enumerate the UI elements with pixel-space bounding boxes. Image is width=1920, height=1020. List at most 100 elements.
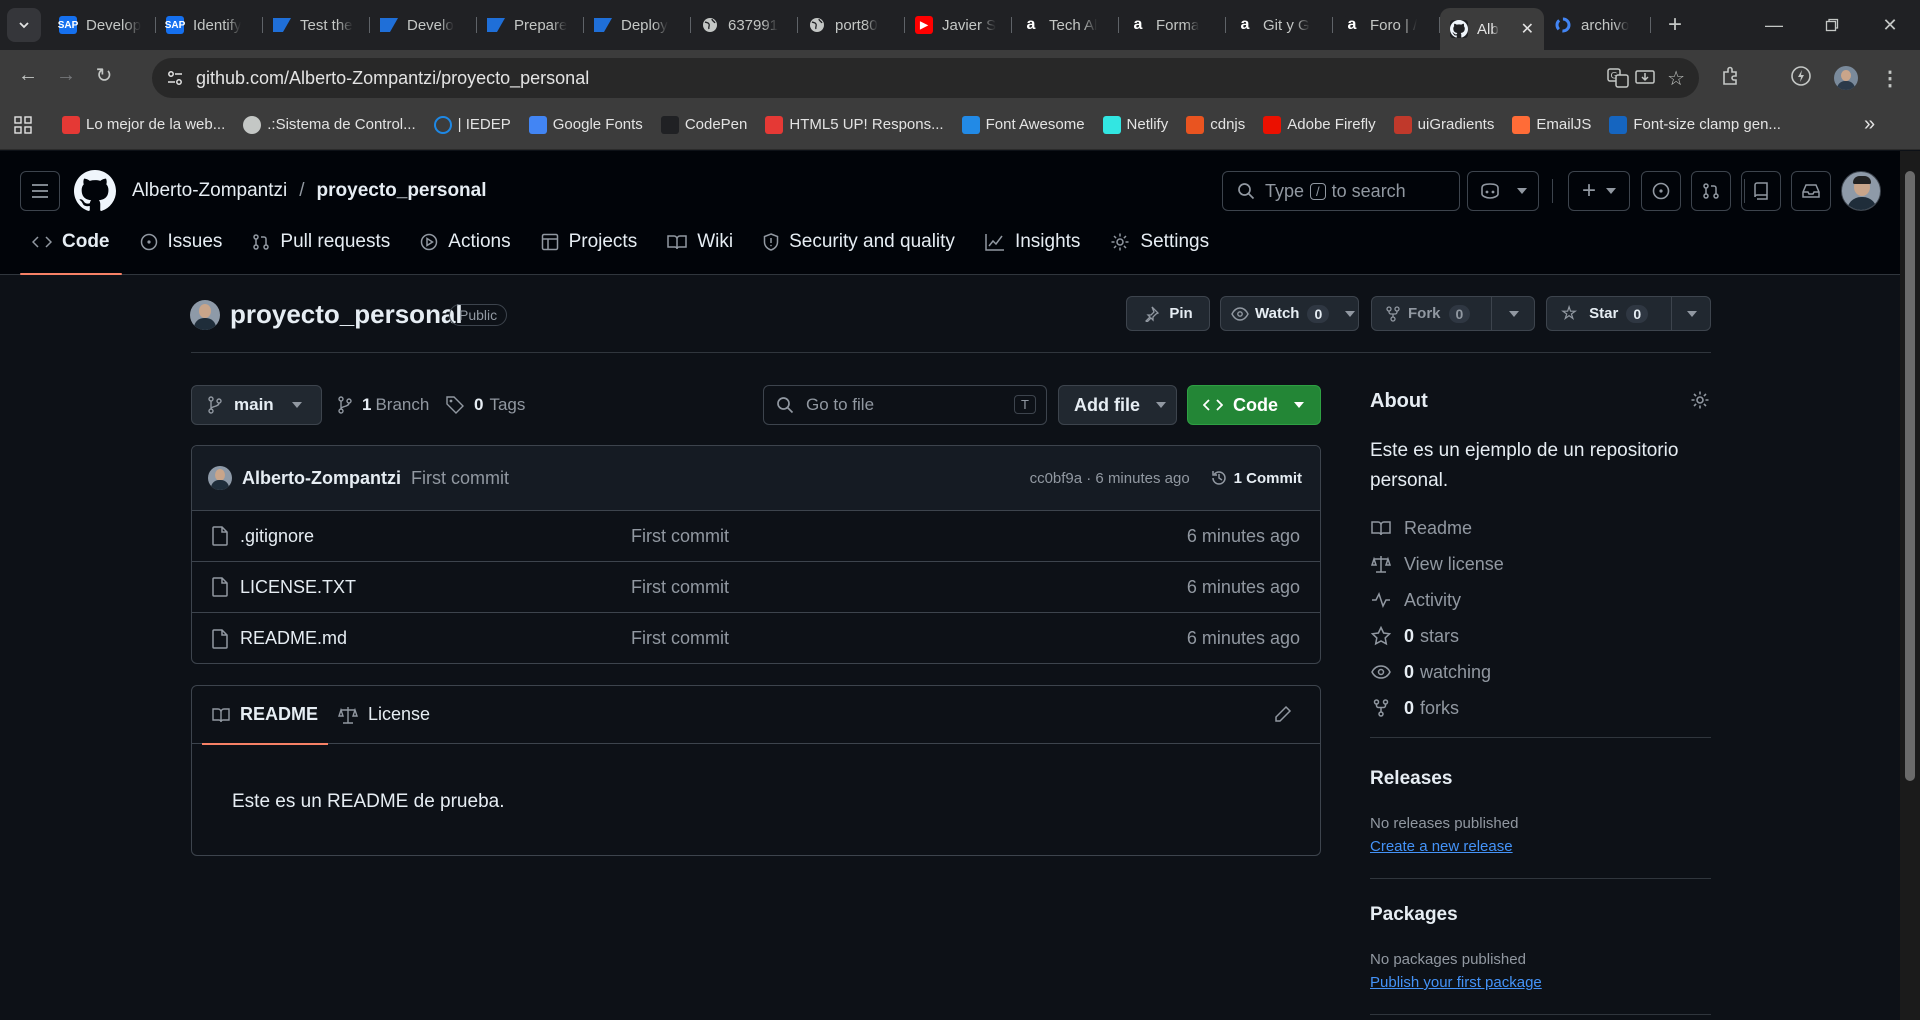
- table-row[interactable]: README.md First commit 6 minutes ago: [192, 613, 1320, 663]
- bookmark-item[interactable]: Google Fonts: [528, 115, 643, 134]
- tags-link[interactable]: 0 Tags: [446, 395, 525, 415]
- about-link-readme[interactable]: Readme: [1370, 510, 1710, 546]
- browser-tab[interactable]: port80: [798, 7, 905, 43]
- minimize-button[interactable]: —: [1745, 0, 1803, 50]
- create-release-link[interactable]: Create a new release: [1370, 838, 1513, 855]
- tab-search-button[interactable]: [7, 8, 41, 42]
- bookmark-star-icon[interactable]: ☆: [1667, 66, 1685, 91]
- browser-tab[interactable]: Alb ✕: [1440, 8, 1544, 50]
- browser-tab[interactable]: a Foro | /: [1333, 7, 1440, 43]
- file-name[interactable]: README.md: [240, 628, 347, 649]
- pin-button[interactable]: Pin: [1126, 296, 1210, 331]
- bookmark-item[interactable]: cdnjs: [1186, 115, 1245, 134]
- issues-button[interactable]: [1641, 171, 1681, 211]
- page-scrollbar[interactable]: [1900, 151, 1920, 1020]
- tab-readme[interactable]: README: [202, 687, 329, 745]
- tab-actions[interactable]: Actions: [408, 221, 522, 263]
- bookmark-item[interactable]: CodePen: [660, 115, 747, 134]
- browser-tab[interactable]: Prepare: [477, 7, 584, 43]
- reload-button[interactable]: ↻: [86, 57, 122, 93]
- edit-readme-icon[interactable]: [1274, 705, 1292, 723]
- table-row[interactable]: LICENSE.TXT First commit 6 minutes ago: [192, 562, 1320, 613]
- about-link-activity[interactable]: Activity: [1370, 582, 1710, 618]
- watch-button[interactable]: Watch 0: [1220, 296, 1359, 331]
- file-commit-message[interactable]: First commit: [631, 577, 1187, 598]
- copilot-button[interactable]: [1467, 171, 1539, 211]
- tab-settings[interactable]: Settings: [1098, 221, 1221, 263]
- repositories-button[interactable]: [1741, 171, 1781, 211]
- site-info-icon[interactable]: [166, 69, 184, 87]
- apps-grid-icon[interactable]: [14, 115, 32, 134]
- commit-history-link[interactable]: 1 Commit: [1210, 469, 1302, 487]
- file-commit-message[interactable]: First commit: [631, 526, 1187, 547]
- gear-icon[interactable]: [1690, 390, 1710, 410]
- close-window-button[interactable]: ✕: [1861, 0, 1919, 50]
- address-bar[interactable]: github.com/Alberto-Zompantzi/proyecto_pe…: [152, 58, 1699, 98]
- about-link-view-license[interactable]: View license: [1370, 546, 1710, 582]
- bookmark-item[interactable]: | IEDEP: [433, 115, 511, 134]
- about-link-forks[interactable]: 0 forks: [1370, 690, 1710, 726]
- performance-button[interactable]: [1790, 65, 1812, 92]
- browser-tab[interactable]: SAP Develop: [49, 7, 156, 43]
- tab-code[interactable]: Code: [20, 221, 122, 275]
- scrollbar-thumb[interactable]: [1905, 171, 1915, 781]
- releases-title[interactable]: Releases: [1370, 768, 1452, 790]
- about-link-stars[interactable]: 0 stars: [1370, 618, 1710, 654]
- tab-wiki[interactable]: Wiki: [655, 221, 745, 263]
- bookmark-item[interactable]: Font-size clamp gen...: [1609, 115, 1781, 134]
- browser-tab[interactable]: a Forma: [1119, 7, 1226, 43]
- tab-insights[interactable]: Insights: [973, 221, 1092, 263]
- repo-link[interactable]: proyecto_personal: [317, 180, 487, 202]
- tab-license[interactable]: License: [328, 686, 440, 744]
- restore-button[interactable]: [1803, 0, 1861, 50]
- star-button[interactable]: ☆ Star 0: [1546, 296, 1711, 331]
- repo-title[interactable]: proyecto_personal: [230, 299, 463, 330]
- github-logo-icon[interactable]: [74, 170, 116, 212]
- commit-hash-time[interactable]: cc0bf9a · 6 minutes ago: [1030, 470, 1190, 487]
- file-name[interactable]: .gitignore: [240, 526, 314, 547]
- fork-button[interactable]: Fork 0: [1371, 296, 1535, 331]
- file-commit-message[interactable]: First commit: [631, 628, 1187, 649]
- bookmark-item[interactable]: .:Sistema de Control...: [243, 115, 416, 134]
- forward-button[interactable]: →: [48, 57, 84, 93]
- bookmark-item[interactable]: Font Awesome: [961, 115, 1085, 134]
- install-app-icon[interactable]: [1635, 69, 1655, 87]
- tab-issues[interactable]: Issues: [128, 221, 235, 263]
- create-new-button[interactable]: +: [1568, 171, 1630, 211]
- tab-security-and-quality[interactable]: Security and quality: [751, 221, 967, 263]
- search-input[interactable]: Type / to search: [1222, 171, 1460, 211]
- user-avatar[interactable]: [1841, 171, 1881, 211]
- owner-link[interactable]: Alberto-Zompantzi: [132, 180, 287, 202]
- commit-message[interactable]: First commit: [411, 468, 509, 489]
- inbox-button[interactable]: [1791, 171, 1831, 211]
- browser-tab[interactable]: 637991: [691, 7, 798, 43]
- browser-tab[interactable]: Develo: [370, 7, 477, 43]
- global-menu-button[interactable]: [20, 171, 60, 211]
- branch-select[interactable]: main: [191, 385, 322, 425]
- bookmark-item[interactable]: HTML5 UP! Respons...: [765, 115, 944, 134]
- file-name[interactable]: LICENSE.TXT: [240, 577, 356, 598]
- back-button[interactable]: ←: [10, 57, 46, 93]
- bookmark-item[interactable]: Adobe Firefly: [1263, 115, 1376, 134]
- about-link-watching[interactable]: 0 watching: [1370, 654, 1710, 690]
- code-button[interactable]: Code: [1187, 385, 1321, 425]
- close-tab-icon[interactable]: ✕: [1521, 19, 1534, 39]
- browser-tab[interactable]: archivo: [1544, 7, 1651, 43]
- url-text[interactable]: github.com/Alberto-Zompantzi/proyecto_pe…: [196, 68, 589, 89]
- browser-tab[interactable]: ▶ Javier S: [905, 7, 1012, 43]
- translate-icon[interactable]: G: [1607, 68, 1629, 88]
- bookmark-item[interactable]: Lo mejor de la web...: [62, 115, 225, 134]
- bookmark-item[interactable]: EmailJS: [1512, 115, 1591, 134]
- branches-link[interactable]: 1 Branch: [338, 395, 429, 415]
- pull-requests-button[interactable]: [1691, 171, 1731, 211]
- commit-author[interactable]: Alberto-Zompantzi: [242, 468, 401, 489]
- browser-tab[interactable]: a Tech Al: [1012, 7, 1119, 43]
- packages-title[interactable]: Packages: [1370, 904, 1458, 926]
- profile-avatar[interactable]: [1834, 66, 1858, 90]
- bookmark-item[interactable]: Netlify: [1102, 115, 1168, 134]
- add-file-button[interactable]: Add file: [1058, 385, 1177, 425]
- browser-tab[interactable]: Deploy: [584, 7, 691, 43]
- tab-projects[interactable]: Projects: [529, 221, 650, 263]
- publish-package-link[interactable]: Publish your first package: [1370, 974, 1542, 991]
- browser-tab[interactable]: a Git y G: [1226, 7, 1333, 43]
